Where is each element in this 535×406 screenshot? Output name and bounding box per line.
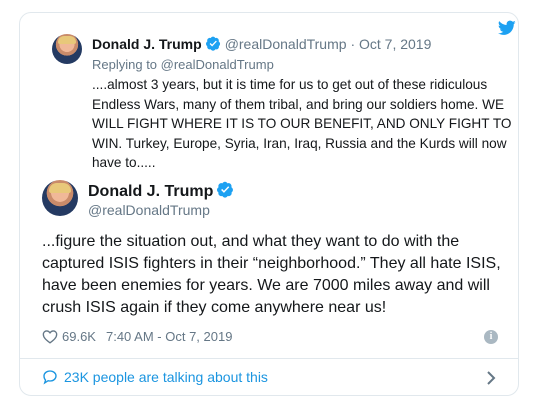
divider <box>20 358 518 359</box>
main-author-handle[interactable]: @realDonaldTrump <box>88 202 210 218</box>
tweet-timestamp[interactable]: 7:40 AM - Oct 7, 2019 <box>106 329 232 344</box>
replying-to-label[interactable]: Replying to @realDonaldTrump <box>92 57 274 72</box>
author-name[interactable]: Donald J. Trump <box>92 36 202 52</box>
avatar[interactable] <box>52 34 82 64</box>
author-handle[interactable]: @realDonaldTrump <box>225 36 347 52</box>
tweet-date[interactable]: Oct 7, 2019 <box>359 36 431 52</box>
main-tweet-text: ...figure the situation out, and what th… <box>42 233 501 316</box>
talking-about-label[interactable]: 23K people are talking about this <box>64 369 268 385</box>
main-author-name[interactable]: Donald J. Trump <box>88 181 238 201</box>
conversation-link[interactable]: 23K people are talking about this <box>42 369 268 385</box>
verified-badge-icon <box>217 181 234 198</box>
twitter-bird-icon[interactable] <box>498 20 516 36</box>
chevron-right-icon[interactable] <box>486 371 496 385</box>
avatar[interactable] <box>42 180 78 216</box>
verified-badge-icon <box>205 36 220 51</box>
reply-tweet-header: Donald J. Trump @realDonaldTrump · Oct 7,… <box>92 36 431 52</box>
info-icon[interactable]: i <box>484 330 498 344</box>
reply-tweet-text: ....almost 3 years, but it is time for u… <box>92 77 512 170</box>
like-count[interactable]: 69.6K <box>62 329 96 344</box>
separator: · <box>350 36 356 52</box>
speech-bubble-icon <box>43 370 57 385</box>
heart-icon[interactable] <box>42 329 58 344</box>
tweet-meta: 69.6K 7:40 AM - Oct 7, 2019 <box>42 329 232 344</box>
author-name[interactable]: Donald J. Trump <box>88 183 213 200</box>
